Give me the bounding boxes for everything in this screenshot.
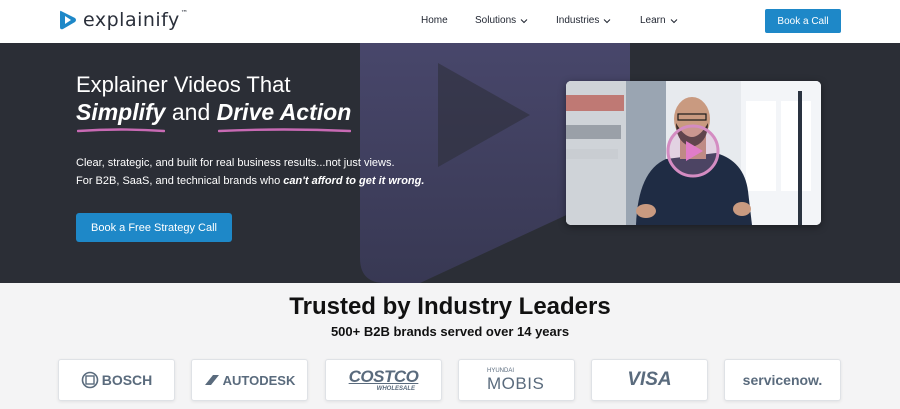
logo-card-servicenow: servicenow. (724, 359, 841, 401)
nav-learn[interactable]: Learn (640, 15, 678, 26)
hero-title-drive-action: Drive Action (216, 99, 352, 125)
hero-description-text: For B2B, SaaS, and technical brands who (76, 175, 284, 187)
hero-title-simplify: Simplify (76, 99, 166, 125)
hero-title-line2: Simplify and Drive Action (76, 99, 351, 126)
nav-solutions[interactable]: Solutions (475, 15, 528, 26)
video-thumbnail (566, 81, 821, 225)
site-header: explainify™ Home Solutions Industries Le… (0, 0, 900, 43)
simplify-underline (77, 128, 165, 133)
drive-action-underline (218, 128, 351, 133)
nav-home[interactable]: Home (421, 15, 448, 26)
explainify-logo[interactable]: explainify™ (59, 9, 188, 31)
nav-industries[interactable]: Industries (556, 15, 611, 26)
logo-card-bosch: BOSCH (58, 359, 175, 401)
nav-learn-label: Learn (640, 15, 666, 26)
trusted-title: Trusted by Industry Leaders (289, 293, 611, 320)
play-logo-icon (60, 10, 76, 30)
book-strategy-call-button[interactable]: Book a Free Strategy Call (76, 213, 232, 242)
chevron-down-icon (670, 18, 677, 23)
hero-description-line1: Clear, strategic, and built for real bus… (76, 157, 395, 169)
hero-title-and: and (165, 99, 217, 125)
autodesk-wordmark: AUTODESK (222, 372, 296, 388)
logo-card-autodesk: AUTODESK (191, 359, 308, 401)
autodesk-logo-icon (204, 375, 219, 385)
mobis-wordmark: MOBIS (487, 374, 545, 393)
hero-video-player[interactable] (566, 81, 821, 225)
logo-card-costco: COSTCO WHOLESALE (325, 359, 442, 401)
hero-description-line2: For B2B, SaaS, and technical brands who … (76, 175, 424, 187)
hero-title-line1: Explainer Videos That (76, 72, 291, 97)
costco-wordmark: COSTCO (348, 367, 419, 386)
hero-description-emphasis: can't afford to get it wrong. (283, 175, 425, 187)
logo-card-visa: VISA (591, 359, 708, 401)
chevron-down-icon (604, 18, 611, 23)
servicenow-wordmark: servicenow. (742, 372, 823, 388)
visa-wordmark: VISA (627, 369, 672, 390)
logo-card-mobis: HYUNDAI MOBIS (458, 359, 575, 401)
nav-industries-label: Industries (556, 15, 600, 26)
chevron-down-icon (520, 18, 528, 23)
trusted-section: Trusted by Industry Leaders 500+ B2B bra… (0, 283, 900, 409)
book-a-call-button[interactable]: Book a Call (765, 9, 841, 33)
nav-home-label: Home (421, 15, 448, 26)
bosch-logo-icon (81, 371, 99, 389)
costco-wholesale-label: WHOLESALE (376, 386, 415, 392)
brand-name: explainify™ (83, 9, 189, 31)
bosch-wordmark: BOSCH (101, 372, 153, 388)
hero-section: Explainer Videos That Simplify and Drive… (0, 43, 900, 283)
nav-solutions-label: Solutions (475, 15, 517, 26)
trusted-subtitle: 500+ B2B brands served over 14 years (330, 324, 570, 339)
